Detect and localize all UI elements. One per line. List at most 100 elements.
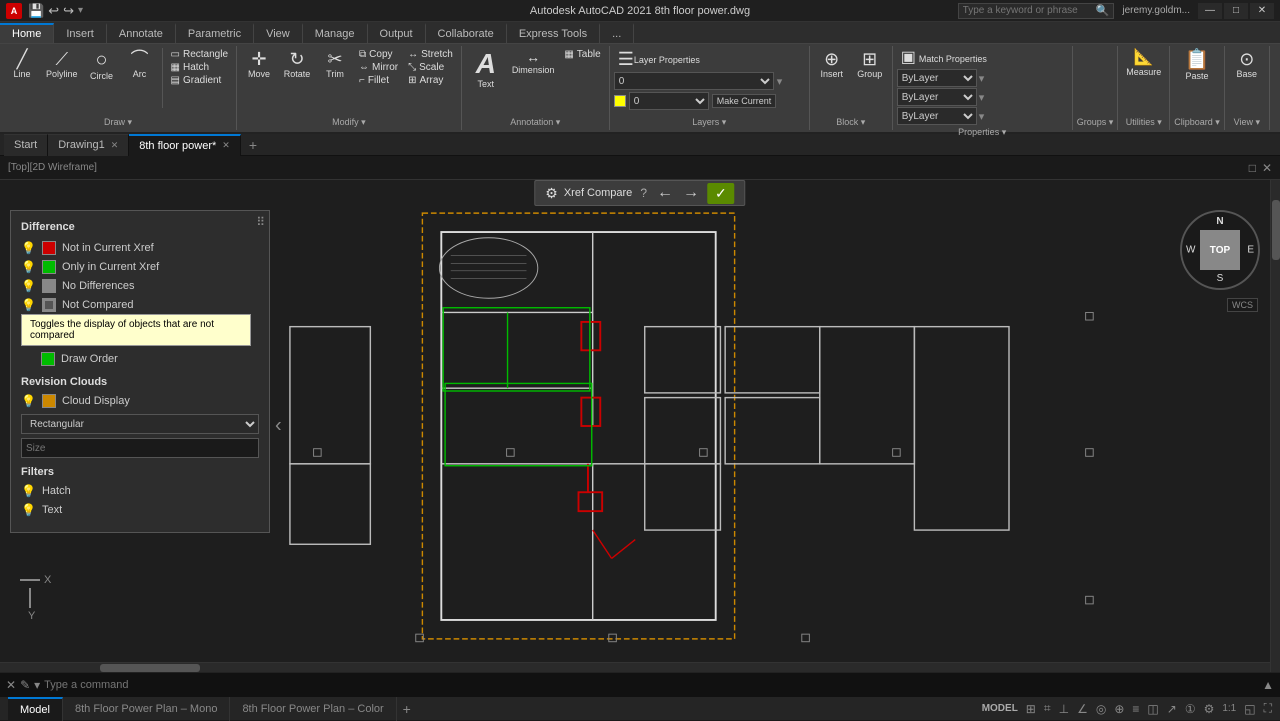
base-button[interactable]: ⊙ Base [1229,48,1265,81]
toggle-not-compared[interactable]: 💡 [21,298,36,312]
line-button[interactable]: ╱ Line [4,48,40,81]
tab-express[interactable]: Express Tools [507,23,600,43]
group-button[interactable]: ⊞ Group [852,48,888,81]
model-tab-add[interactable]: + [397,701,417,717]
polyline-button[interactable]: ⟋ Polyline [42,48,82,81]
cmd-pencil-icon[interactable]: ✎ [20,678,30,692]
circle-button[interactable]: ○ Circle [84,48,120,83]
drag-handle[interactable]: ⠿ [256,215,265,229]
model-tab-model[interactable]: Model [8,697,63,721]
mirror-button[interactable]: ⇔Mirror [355,61,402,74]
workspace-icon[interactable]: ⚙ [1204,702,1215,716]
dropdown-icon[interactable]: ▾ [78,5,83,16]
filter-text-toggle[interactable]: 💡 [21,503,36,517]
ortho-icon[interactable]: ⊥ [1059,702,1069,716]
xref-gear-icon[interactable]: ⚙ [545,185,558,202]
cmd-scroll-up[interactable]: ▲ [1262,678,1274,692]
toggle-only-in-current[interactable]: 💡 [21,260,36,274]
gradient-button[interactable]: ▤Gradient [167,74,232,87]
otrack-icon[interactable]: ⊕ [1114,702,1124,716]
bylayer-expand-1[interactable]: ▾ [979,72,985,85]
redo-icon[interactable]: ↪ [63,3,74,19]
layer-properties-button[interactable]: ☰ Layer Properties [614,48,704,70]
paste-button[interactable]: 📋 Paste [1179,48,1215,83]
bylayer-expand-3[interactable]: ▾ [979,110,985,123]
tab-8th-floor[interactable]: 8th floor power* ✕ [129,134,241,156]
copy-button[interactable]: ⧉Copy [355,48,402,61]
tab-output[interactable]: Output [368,23,426,43]
dimension-button[interactable]: ↔ Dimension [508,48,559,77]
xref-next-button[interactable]: → [681,184,701,202]
canvas-viewport[interactable]: ⚙ Xref Compare ? ← → ✓ [0,180,1280,672]
new-tab-button[interactable]: + [241,137,265,153]
tab-drawing1[interactable]: Drawing1 ✕ [48,134,129,156]
xref-prev-button[interactable]: ← [655,184,675,202]
match-properties-button[interactable]: ▣ Match Properties [897,48,991,68]
text-button[interactable]: A Text [466,48,506,91]
layer-dropdown[interactable]: 0 [614,72,774,90]
cloud-shape-dropdown[interactable]: Rectangular Polygon Freehand [21,414,259,434]
grid-icon[interactable]: ⊞ [1026,702,1036,716]
viewport-icon[interactable]: ◱ [1244,702,1255,716]
search-input[interactable] [963,5,1093,16]
lineweight-icon[interactable]: ≡ [1132,702,1139,716]
search-icon[interactable]: 🔍 [1096,4,1110,17]
close-drawing1[interactable]: ✕ [111,140,119,151]
trim-button[interactable]: ✂ Trim [317,48,353,81]
bylayer-dropdown-3[interactable]: ByLayer [897,107,977,125]
model-tab-8th-color[interactable]: 8th Floor Power Plan – Color [230,697,396,721]
make-current-button[interactable]: Make Current [712,94,777,108]
cmd-close-icon[interactable]: ✕ [6,678,16,692]
undo-icon[interactable]: ↩ [48,3,59,19]
navigation-cube[interactable]: N W E S TOP [1180,210,1260,290]
tab-collaborate[interactable]: Collaborate [426,23,507,43]
snap-icon[interactable]: ⌗ [1044,701,1051,716]
tab-insert[interactable]: Insert [54,23,107,43]
toggle-no-differences[interactable]: 💡 [21,279,36,293]
scale-button[interactable]: ⤡Scale [404,61,457,74]
select-icon[interactable]: ↗ [1167,702,1177,716]
search-bar[interactable]: 🔍 [958,3,1115,19]
cmd-down-icon[interactable]: ▾ [34,678,40,692]
tab-annotate[interactable]: Annotate [107,23,176,43]
viewport-close-icon[interactable]: ✕ [1262,161,1272,175]
osnap-icon[interactable]: ◎ [1096,702,1106,716]
bylayer-dropdown-1[interactable]: ByLayer [897,69,977,87]
viewport-maximize-icon[interactable]: □ [1249,161,1256,175]
xref-confirm-button[interactable]: ✓ [707,183,735,204]
annotation-icon[interactable]: ① [1185,702,1196,716]
command-input[interactable] [44,679,1258,691]
hatch-button[interactable]: ▦Hatch [167,61,232,74]
tab-home[interactable]: Home [0,23,54,43]
bylayer-dropdown-2[interactable]: ByLayer [897,88,977,106]
rectangle-button[interactable]: ▭Rectangle [167,48,232,61]
tab-manage[interactable]: Manage [303,23,368,43]
horizontal-scrollbar[interactable] [0,662,1270,672]
maximize-button[interactable]: □ [1224,3,1248,19]
bylayer-expand-2[interactable]: ▾ [979,91,985,104]
toggle-not-in-current[interactable]: 💡 [21,241,36,255]
cloud-toggle[interactable]: 💡 [21,394,36,408]
stretch-button[interactable]: ↔Stretch [404,48,457,61]
tab-more[interactable]: ... [600,23,634,43]
transparency-icon[interactable]: ◫ [1147,702,1158,716]
close-button[interactable]: ✕ [1250,3,1274,19]
viewport-left-handle[interactable]: ‹ [275,415,282,438]
save-icon[interactable]: 💾 [28,3,44,19]
fillet-button[interactable]: ⌐Fillet [355,74,402,87]
model-tab-8th-mono[interactable]: 8th Floor Power Plan – Mono [63,697,230,721]
arc-button[interactable]: ⌒ Arc [122,48,158,81]
layer-expand-icon[interactable]: ▾ [777,75,783,88]
array-button[interactable]: ⊞Array [404,74,457,87]
measure-button[interactable]: 📐 Measure [1122,48,1165,79]
minimize-button[interactable]: — [1198,3,1222,19]
move-button[interactable]: ✛ Move [241,48,277,81]
tab-parametric[interactable]: Parametric [176,23,254,43]
vertical-scrollbar[interactable] [1270,180,1280,672]
table-button[interactable]: ▦Table [560,48,604,61]
polar-icon[interactable]: ∠ [1077,702,1088,716]
cloud-size-input[interactable] [21,438,259,458]
tab-view[interactable]: View [254,23,303,43]
rotate-button[interactable]: ↻ Rotate [279,48,315,81]
xref-help-button[interactable]: ? [638,186,649,200]
